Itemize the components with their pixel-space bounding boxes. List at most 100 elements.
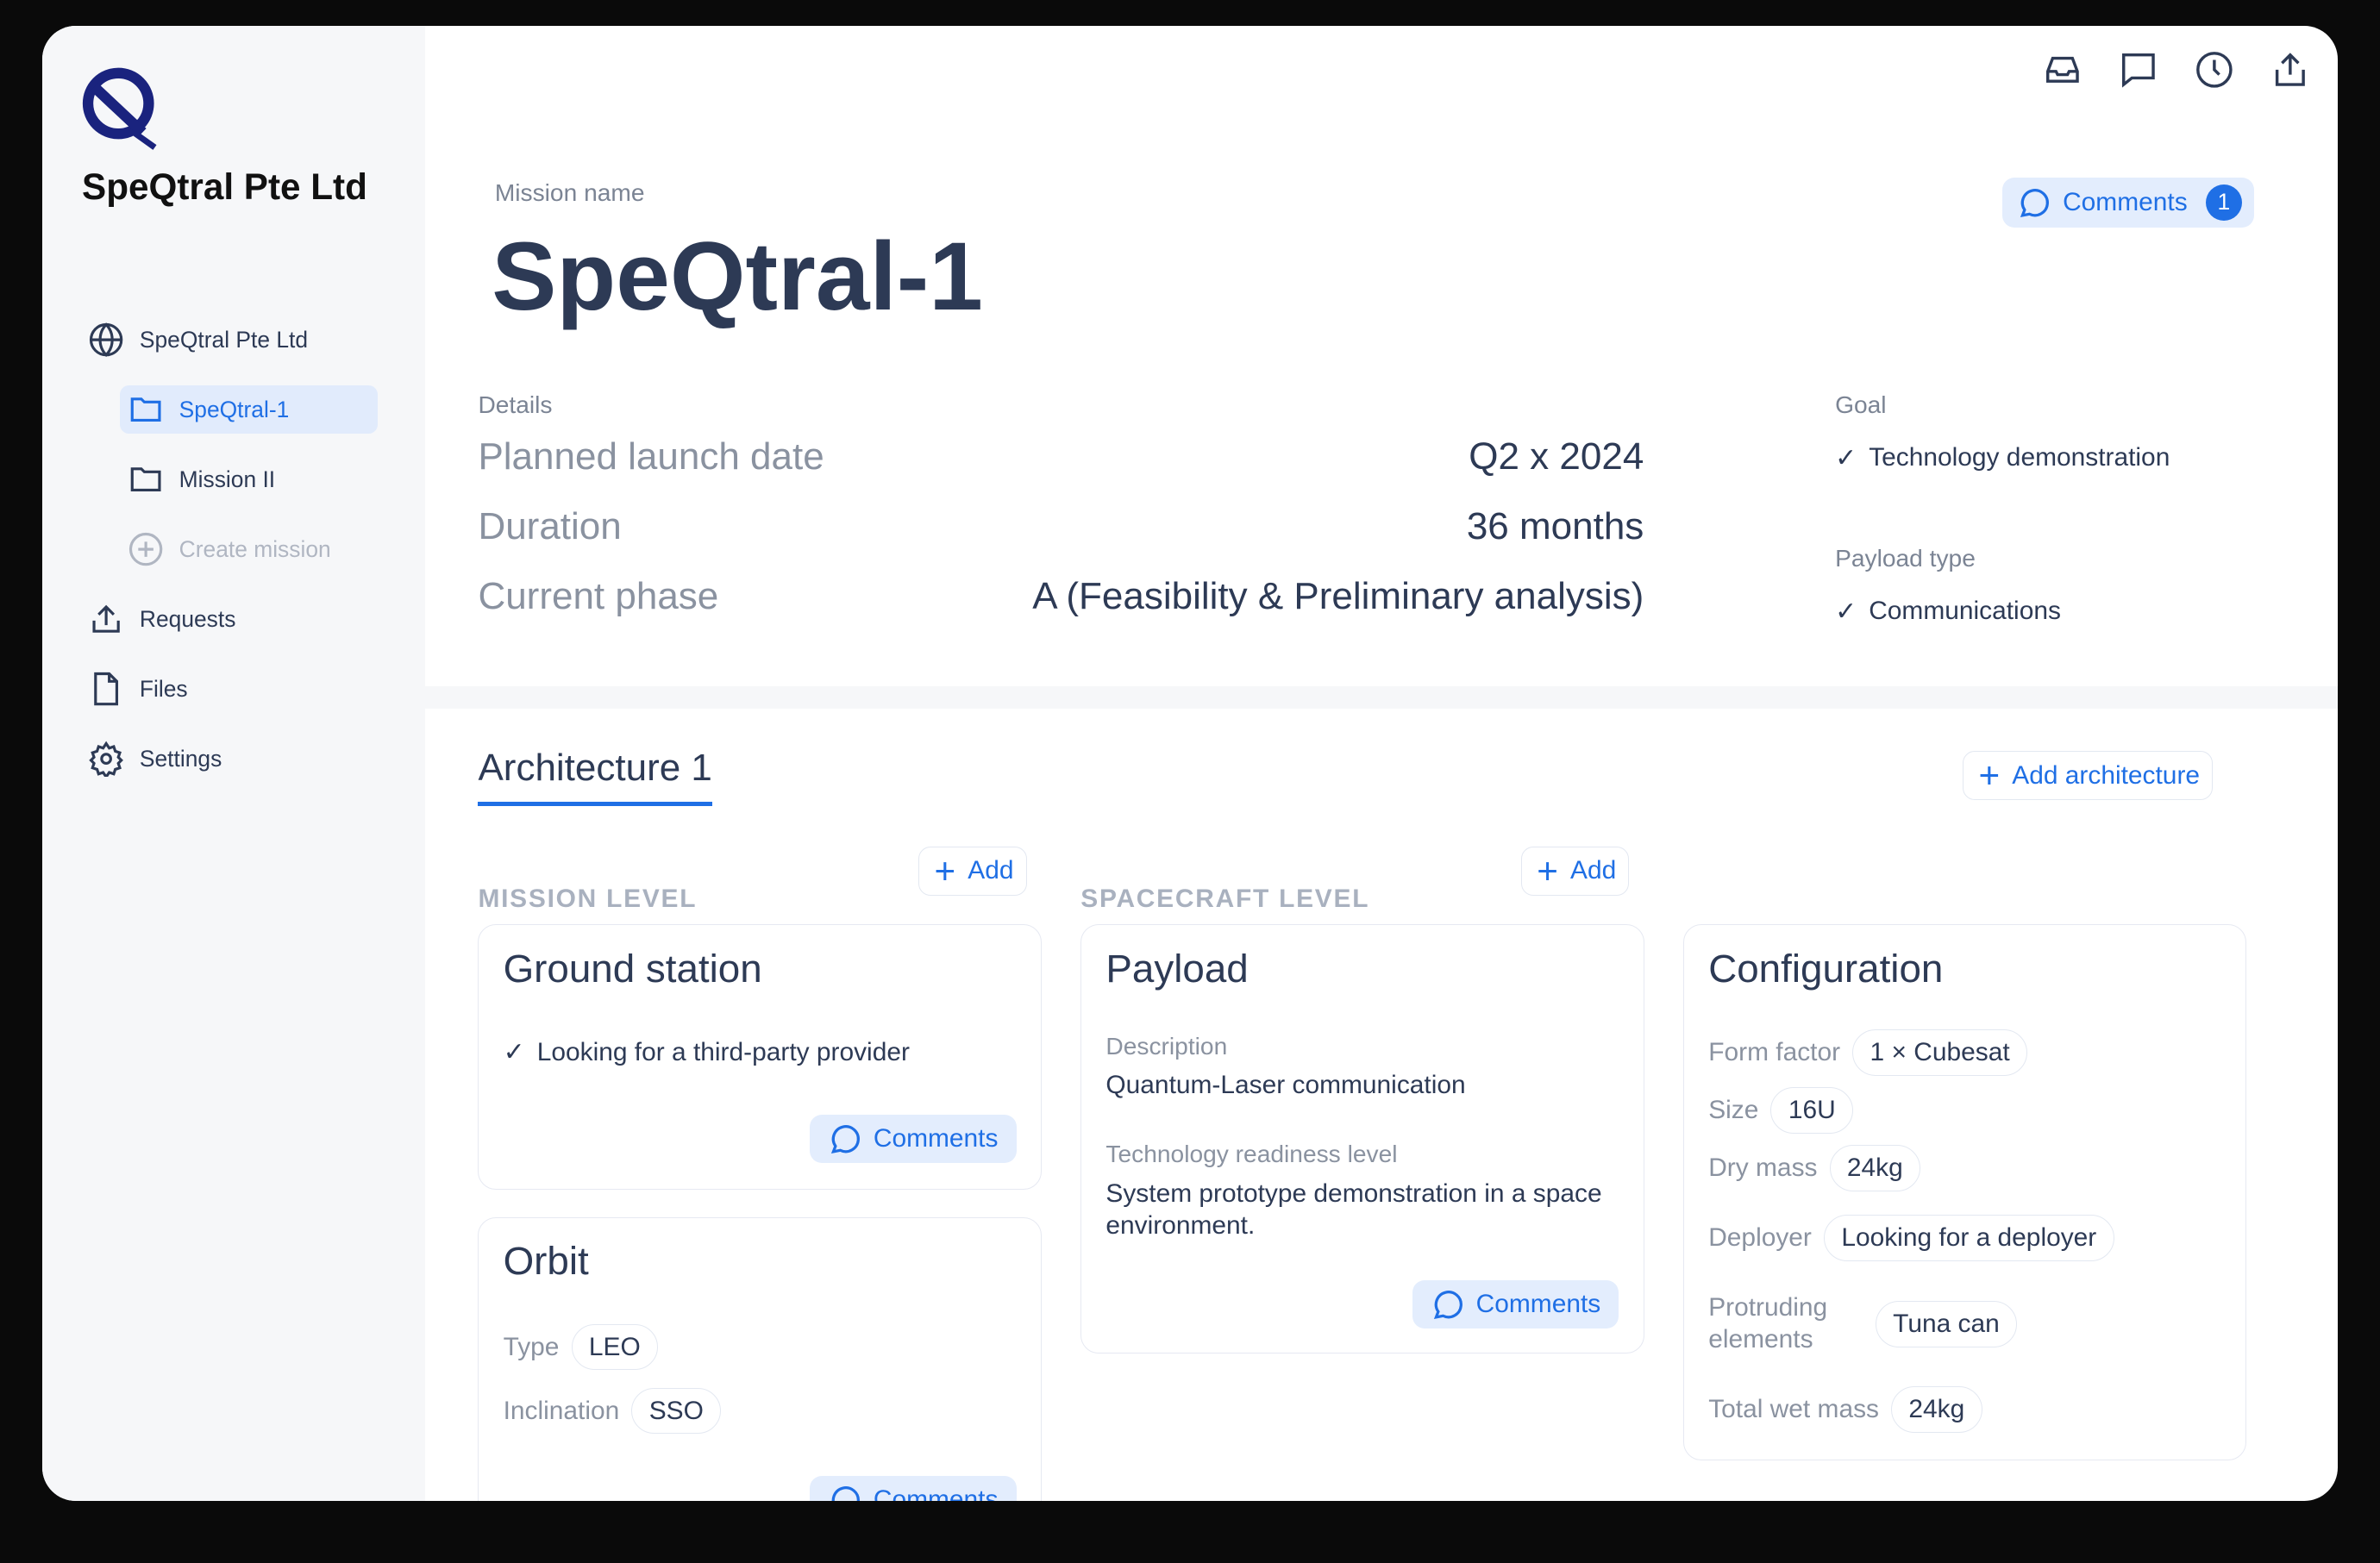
plus-icon: + xyxy=(1537,850,1558,891)
payload-card: Payload Description Quantum-Laser commun… xyxy=(1080,923,1644,1354)
add-spacecraft-level-button[interactable]: + Add xyxy=(1520,847,1630,896)
orbit-inclination-row: Inclination SSO xyxy=(503,1387,722,1435)
chat-icon[interactable] xyxy=(2119,50,2158,90)
card-title: Payload xyxy=(1105,946,1249,991)
comment-icon xyxy=(830,1124,860,1153)
add-architecture-label: Add architecture xyxy=(2012,760,2201,790)
sidebar-item-label: Files xyxy=(139,675,188,702)
card-title: Ground station xyxy=(503,946,762,991)
field-label: Dry mass xyxy=(1708,1153,1818,1182)
detail-key: Duration xyxy=(478,505,622,548)
card-title: Configuration xyxy=(1708,946,1944,991)
comments-label: Comments xyxy=(873,1485,999,1501)
spacecraft-level-heading: SPACECRAFT LEVEL xyxy=(1080,885,1370,914)
app-window: SpeQtral Pte Ltd SpeQtral Pte Ltd SpeQtr… xyxy=(42,25,2338,1501)
create-mission-button[interactable]: Create mission xyxy=(128,525,331,573)
sidebar-item-files[interactable]: Files xyxy=(88,665,188,713)
orbit-type-row: Type LEO xyxy=(503,1323,659,1371)
field-value: Tuna can xyxy=(1875,1301,2018,1347)
field-value: 16U xyxy=(1770,1087,1854,1134)
sidebar-item-label: Mission II xyxy=(178,466,276,492)
check-icon: ✓ xyxy=(1835,443,1857,472)
ground-station-item: ✓ Looking for a third-party provider xyxy=(504,1037,910,1067)
payload-type-value: Communications xyxy=(1869,597,2061,626)
detail-key: Planned launch date xyxy=(478,435,824,478)
main-content: Mission name SpeQtral-1 Comments 1 Detai… xyxy=(424,26,2338,1501)
config-row: Protruding elements Tuna can xyxy=(1708,1292,2018,1356)
comment-icon xyxy=(831,1485,860,1501)
globe-icon xyxy=(90,322,123,358)
goal-label: Goal xyxy=(1835,391,1887,419)
payload-comments-button[interactable]: Comments xyxy=(1412,1279,1619,1329)
screen: SpeQtral Pte Ltd SpeQtral Pte Ltd SpeQtr… xyxy=(0,0,2380,1563)
ground-station-card: Ground station ✓ Looking for a third-part… xyxy=(478,923,1042,1191)
clock-icon[interactable] xyxy=(2195,50,2234,90)
check-icon: ✓ xyxy=(503,1038,525,1067)
org-name: SpeQtral Pte Ltd xyxy=(82,166,367,208)
comment-icon xyxy=(1433,1290,1462,1319)
config-row: Size 16U xyxy=(1708,1087,1854,1134)
card-title: Orbit xyxy=(503,1239,589,1284)
add-label: Add xyxy=(968,856,1014,885)
share-icon[interactable] xyxy=(2270,50,2310,90)
config-row: Deployer Looking for a deployer xyxy=(1708,1215,2114,1261)
mission-level-heading: MISSION LEVEL xyxy=(478,885,698,914)
field-label: Form factor xyxy=(1708,1038,1841,1067)
sidebar-item-org[interactable]: SpeQtral Pte Ltd xyxy=(88,316,308,364)
sidebar-item-speqtral-1[interactable]: SpeQtral-1 xyxy=(120,385,379,435)
trl-label: Technology readiness level xyxy=(1105,1140,1398,1167)
gear-icon xyxy=(89,741,124,778)
trl-value: System prototype demonstration in a spac… xyxy=(1105,1179,1602,1240)
check-icon: ✓ xyxy=(1835,597,1857,626)
sidebar-item-mission-ii[interactable]: Mission II xyxy=(128,455,275,503)
plus-icon: + xyxy=(934,850,956,891)
payload-type-label: Payload type xyxy=(1835,544,1976,572)
sidebar-item-label: SpeQtral Pte Ltd xyxy=(139,326,309,353)
inbox-icon[interactable] xyxy=(2043,50,2082,90)
page-title: SpeQtral-1 xyxy=(492,222,983,331)
add-architecture-button[interactable]: + Add architecture xyxy=(1962,751,2214,800)
orbit-comments-button[interactable]: Comments xyxy=(809,1475,1017,1501)
goal-value: Technology demonstration xyxy=(1869,443,2170,472)
field-value: 24kg xyxy=(1891,1386,1982,1433)
field-label: Protruding elements xyxy=(1708,1292,1828,1354)
field-label: Type xyxy=(503,1332,560,1361)
file-icon xyxy=(94,672,119,706)
config-row: Form factor 1 × Cubesat xyxy=(1708,1029,2027,1076)
orbit-card: Orbit Type LEO Inclination SSO Comments xyxy=(478,1216,1042,1501)
sidebar-item-settings[interactable]: Settings xyxy=(88,735,222,783)
add-mission-level-button[interactable]: + Add xyxy=(918,847,1027,896)
upload-icon xyxy=(92,604,120,633)
field-label: Inclination xyxy=(503,1396,620,1425)
sidebar-item-label: Settings xyxy=(139,745,222,772)
detail-value: Q2 x 2024 xyxy=(1469,435,1644,478)
section-divider xyxy=(424,685,2338,709)
field-value: 24kg xyxy=(1829,1145,1921,1191)
field-label: Total wet mass xyxy=(1708,1394,1879,1423)
folder-icon xyxy=(130,467,161,492)
field-label: Size xyxy=(1708,1096,1759,1125)
field-value: SSO xyxy=(631,1387,722,1435)
comments-label: Comments xyxy=(873,1124,999,1153)
field-value: 1 × Cubesat xyxy=(1852,1029,2027,1076)
field-value: Looking for a deployer xyxy=(1823,1215,2114,1261)
tab-architecture-1[interactable]: Architecture 1 xyxy=(478,747,712,807)
field-label: Deployer xyxy=(1708,1222,1812,1252)
comment-icon xyxy=(2020,188,2050,217)
ground-station-comments-button[interactable]: Comments xyxy=(809,1114,1017,1164)
sidebar-item-requests[interactable]: Requests xyxy=(88,595,235,643)
config-row: Total wet mass 24kg xyxy=(1708,1386,1982,1433)
detail-value: A (Feasibility & Preliminary analysis) xyxy=(1032,575,1644,618)
plus-circle-icon xyxy=(128,532,163,566)
sidebar: SpeQtral Pte Ltd SpeQtral Pte Ltd SpeQtr… xyxy=(42,25,425,1501)
comments-button[interactable]: Comments 1 xyxy=(2001,177,2255,228)
payload-type-item: ✓ Communications xyxy=(1835,597,2061,627)
config-row: Dry mass 24kg xyxy=(1708,1145,1921,1191)
speqtral-logo xyxy=(82,67,157,150)
folder-icon xyxy=(130,397,161,422)
comments-label: Comments xyxy=(2063,187,2188,216)
description-value: Quantum-Laser communication xyxy=(1105,1070,1466,1099)
description-label: Description xyxy=(1105,1032,1228,1060)
detail-key: Current phase xyxy=(478,575,719,618)
sidebar-item-label: SpeQtral-1 xyxy=(178,396,290,422)
